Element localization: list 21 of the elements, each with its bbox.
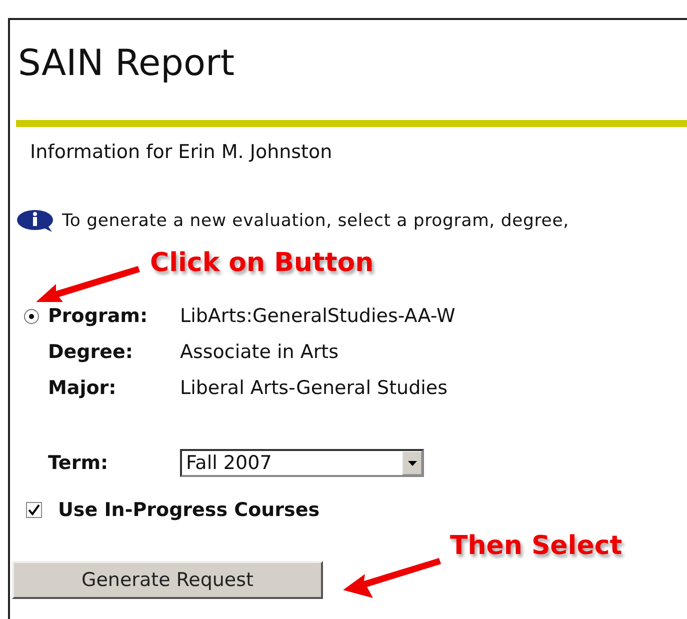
annotation-text: Then Select [450,531,622,561]
term-dropdown[interactable]: Fall 2007 [180,449,424,477]
student-info: Information for Erin M. Johnston [30,141,332,163]
in-progress-checkbox[interactable] [26,502,42,518]
field-label: Major: [48,377,116,399]
field-label: Program: [48,305,148,327]
term-label: Term: [48,452,108,474]
field-label: Degree: [48,341,133,363]
field-value: LibArts:GeneralStudies-AA-W [180,305,456,327]
instruction-text: To generate a new evaluation, select a program, degree, [62,211,569,231]
field-value: Liberal Arts-General Studies [180,377,448,399]
program-radio[interactable] [24,308,39,324]
annotation-text: Click on Button [150,248,374,278]
info-icon [16,209,56,233]
generate-request-button[interactable]: Generate Request [12,561,323,599]
arrow-icon [343,558,441,598]
page-title: SAIN Report [18,42,234,86]
field-value: Associate in Arts [180,341,338,363]
caret-icon [408,460,416,466]
arrow-icon [36,266,140,302]
checkbox-label: Use In-Progress Courses [58,499,320,521]
